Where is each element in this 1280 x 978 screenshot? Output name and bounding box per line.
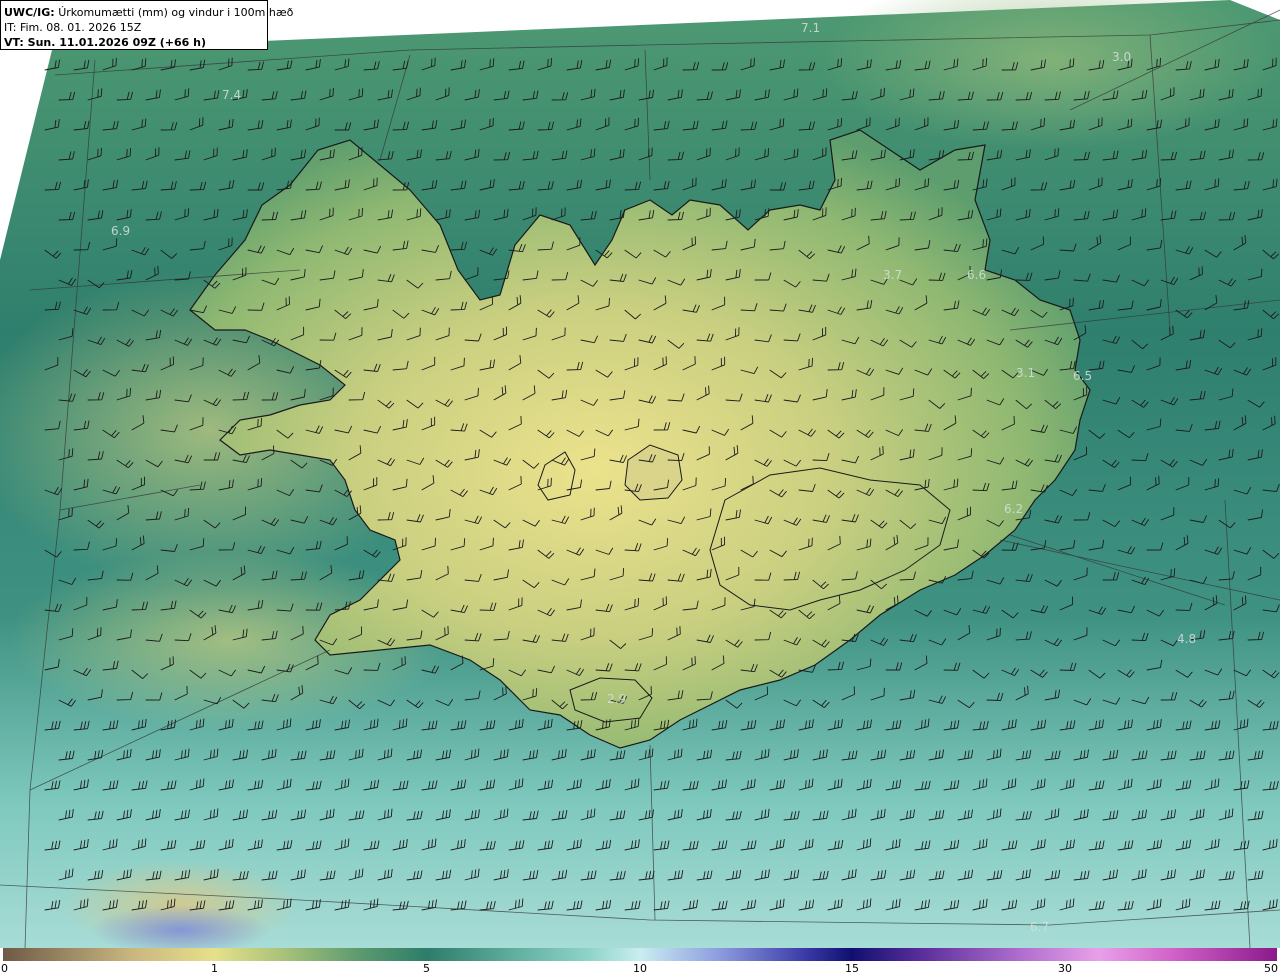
colorbar: 0 1 5 10 15 30 50 [0,948,1280,978]
map-value-label: 7.1 [801,21,821,35]
colorbar-tick: 1 [211,962,218,975]
map-info-box: UWC/IG: Úrkomumætti (mm) og vindur i 100… [0,0,293,50]
colorbar-tick: 0 [1,962,8,975]
colorbar-tick: 50 [1264,962,1278,975]
colorbar-tick: 10 [633,962,647,975]
map-value-label: 4.8 [1177,632,1197,646]
map-value-label: 6.5 [1073,369,1093,383]
map-value-label: 3.0 [1112,50,1132,64]
issue-time: IT: Fim. 08. 01. 2026 15Z [4,21,142,34]
map-value-label: 6.9 [111,224,131,238]
map-value-label: 6.6 [967,268,987,282]
map-panel: 7.1 3.0 7.4 6.9 3.7 6.6 3.1 6.5 6.2 4.8 … [0,0,1280,948]
colorbar-tick: 5 [423,962,430,975]
map-title: Úrkomumætti (mm) og vindur i 100m hæð [58,6,294,19]
map-value-label: 7.4 [222,88,242,102]
map-value-label: 3.7 [883,268,903,282]
precipitation-map [0,0,1280,948]
map-value-label: 3.1 [1016,366,1036,380]
colorbar-tick: 15 [845,962,859,975]
title-line: UWC/IG: Úrkomumætti (mm) og vindur i 100… [4,5,293,20]
colorbar-tick: 30 [1058,962,1072,975]
map-value-label: 2.9 [607,692,627,706]
colorbar-gradient [3,948,1277,961]
model-label: UWC/IG: [4,6,55,19]
map-value-label: 6.2 [1004,502,1024,516]
valid-time: VT: Sun. 11.01.2026 09Z (+66 h) [4,36,207,49]
map-value-label: 6.7 [1030,920,1050,934]
